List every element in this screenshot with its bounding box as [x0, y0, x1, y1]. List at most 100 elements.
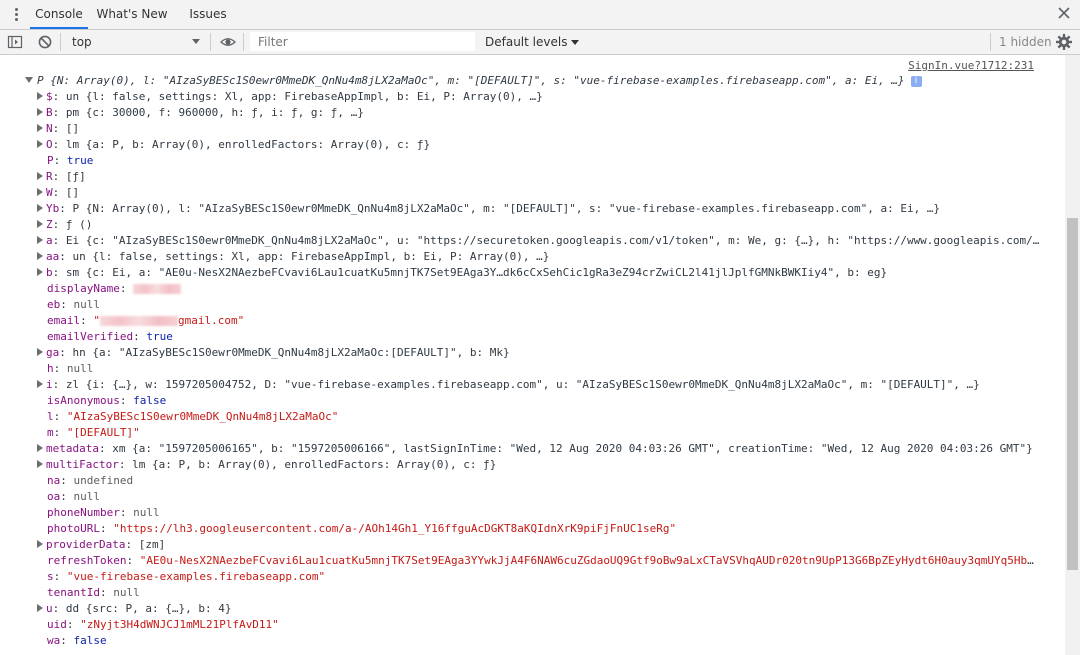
vertical-scrollbar[interactable] [1065, 55, 1080, 655]
property-value: "zNyjt3H4dWNJCJ1mML21PlfAvD11" [80, 618, 279, 631]
expand-triangle-icon[interactable] [37, 268, 43, 276]
expand-triangle-icon[interactable] [37, 188, 43, 196]
property-row[interactable]: $: un {l: false, settings: Xl, app: Fire… [37, 89, 1040, 105]
expand-triangle-icon[interactable] [37, 220, 43, 228]
property-row[interactable]: N: [] [37, 121, 1040, 137]
property-colon: : [53, 426, 67, 439]
collapse-triangle-icon[interactable] [25, 77, 33, 83]
property-row: refreshToken: "AE0u-NesX2NAezbeFCvavi6La… [47, 553, 1040, 569]
property-row: l: "AIzaSyBESc1S0ewr0MmeDK_QnNu4m8jLX2aM… [47, 409, 1040, 425]
property-colon: : [52, 378, 66, 391]
tab-console[interactable]: Console [30, 0, 88, 29]
property-colon: : [52, 186, 66, 199]
eye-icon[interactable] [220, 34, 236, 50]
tab-whats-new[interactable]: What's New [94, 0, 170, 29]
property-row: tenantId: null [47, 585, 1040, 601]
toolbar-divider [210, 33, 211, 51]
property-colon: : [60, 298, 74, 311]
property-key: P [47, 154, 54, 167]
log-levels-dropdown[interactable]: Default levels [485, 30, 580, 54]
property-row[interactable]: aa: un {l: false, settings: Xl, app: Fir… [37, 249, 1040, 265]
property-key: a [46, 234, 53, 247]
expand-triangle-icon[interactable] [37, 92, 43, 100]
property-row[interactable]: B: pm {c: 30000, f: 960000, h: ƒ, i: ƒ, … [37, 105, 1040, 121]
expand-triangle-icon[interactable] [37, 380, 43, 388]
property-colon: : [60, 634, 74, 647]
property-value: [ƒ] [65, 170, 86, 183]
property-key: eb [47, 298, 61, 311]
gear-icon[interactable] [1055, 33, 1073, 51]
clear-console-icon[interactable] [37, 34, 53, 50]
property-row: displayName: [47, 281, 1040, 297]
property-row[interactable]: i: zl {i: {…}, w: 1597205004752, D: "vue… [37, 377, 1040, 393]
expand-triangle-icon[interactable] [37, 108, 43, 116]
expand-triangle-icon[interactable] [37, 604, 43, 612]
property-key: na [47, 474, 61, 487]
expand-triangle-icon[interactable] [37, 540, 43, 548]
expand-triangle-icon[interactable] [37, 124, 43, 132]
property-key: uid [47, 618, 67, 631]
property-row[interactable]: O: lm {a: P, b: Array(0), enrolledFactor… [37, 137, 1040, 153]
toolbar-divider [60, 33, 61, 51]
property-row[interactable]: u: dd {src: P, a: {…}, b: 4} [37, 601, 1040, 617]
property-row: phoneNumber: null [47, 505, 1040, 521]
expand-triangle-icon[interactable] [37, 204, 43, 212]
property-value: un {l: false, settings: Xl, app: Firebas… [65, 90, 543, 103]
property-value: false [73, 634, 107, 647]
close-icon[interactable] [1057, 6, 1071, 20]
filter-box [250, 32, 475, 51]
context-selector[interactable]: top [64, 31, 206, 53]
expand-triangle-icon[interactable] [37, 348, 43, 356]
scrollbar-thumb[interactable] [1067, 218, 1078, 570]
property-colon: : [125, 538, 139, 551]
property-row[interactable]: Z: ƒ () [37, 217, 1040, 233]
log-object-header[interactable]: P {N: Array(0), l: "AIzaSyBESc1S0ewr0Mme… [25, 73, 925, 89]
property-colon: : [53, 154, 67, 167]
property-row[interactable]: ga: hn {a: "AIzaSyBESc1S0ewr0MmeDK_QnNu4… [37, 345, 1040, 361]
property-colon: : [53, 570, 67, 583]
expand-triangle-icon[interactable] [37, 140, 43, 148]
property-key: multiFactor [46, 458, 119, 471]
expand-triangle-icon[interactable] [37, 252, 43, 260]
property-row: na: undefined [47, 473, 1040, 489]
property-row[interactable]: Yb: P {N: Array(0), l: "AIzaSyBESc1S0ewr… [37, 201, 1040, 217]
expand-triangle-icon[interactable] [37, 460, 43, 468]
redacted-value [133, 284, 182, 294]
property-colon: : [133, 330, 147, 343]
property-row: emailVerified: true [47, 329, 1040, 345]
property-value: null [66, 362, 94, 375]
info-icon[interactable]: i [910, 75, 922, 87]
property-value: P {N: Array(0), l: "AIzaSyBESc1S0ewr0Mme… [72, 202, 941, 215]
property-row[interactable]: R: [ƒ] [37, 169, 1040, 185]
property-key: B [46, 106, 53, 119]
property-row[interactable]: a: Ei {c: "AIzaSyBESc1S0ewr0MmeDK_QnNu4m… [37, 233, 1040, 249]
property-row[interactable]: providerData: [zm] [37, 537, 1040, 553]
source-link[interactable]: SignIn.vue?1712:231 [908, 59, 1034, 72]
expand-triangle-icon[interactable] [37, 236, 43, 244]
property-colon: : [52, 138, 66, 151]
sidebar-toggle-icon[interactable] [7, 34, 23, 50]
property-colon: : [52, 106, 66, 119]
expand-triangle-icon[interactable] [37, 444, 43, 452]
tab-issues[interactable]: Issues [184, 0, 232, 29]
toolbar-divider [243, 33, 244, 51]
property-colon: : [126, 554, 140, 567]
filter-input[interactable] [250, 32, 473, 51]
property-colon: : [60, 474, 74, 487]
kebab-menu-icon[interactable] [6, 5, 26, 25]
property-key: ga [46, 346, 60, 359]
property-value: "AE0u-NesX2NAezbeFCvavi6Lau1cuatKu5mnjTK… [139, 554, 1040, 567]
context-selector-label: top [72, 35, 92, 49]
property-colon: : [53, 410, 67, 423]
quote-mark: " [93, 314, 100, 327]
property-value: Ei {c: "AIzaSyBESc1S0ewr0MmeDK_QnNu4m8jL… [65, 234, 1040, 247]
property-colon: : [119, 506, 134, 519]
property-value: "AIzaSyBESc1S0ewr0MmeDK_QnNu4m8jLX2aMaOc… [66, 410, 339, 423]
property-row: s: "vue-firebase-examples.firebaseapp.co… [47, 569, 1040, 585]
property-row[interactable]: W: [] [37, 185, 1040, 201]
property-row[interactable]: metadata: xm {a: "1597205006165", b: "15… [37, 441, 1040, 457]
expand-triangle-icon[interactable] [37, 172, 43, 180]
property-row[interactable]: multiFactor: lm {a: P, b: Array(0), enro… [37, 457, 1040, 473]
property-row[interactable]: b: sm {c: Ei, a: "AE0u-NesX2NAezbeFCvavi… [37, 265, 1040, 281]
property-colon: : [52, 122, 66, 135]
